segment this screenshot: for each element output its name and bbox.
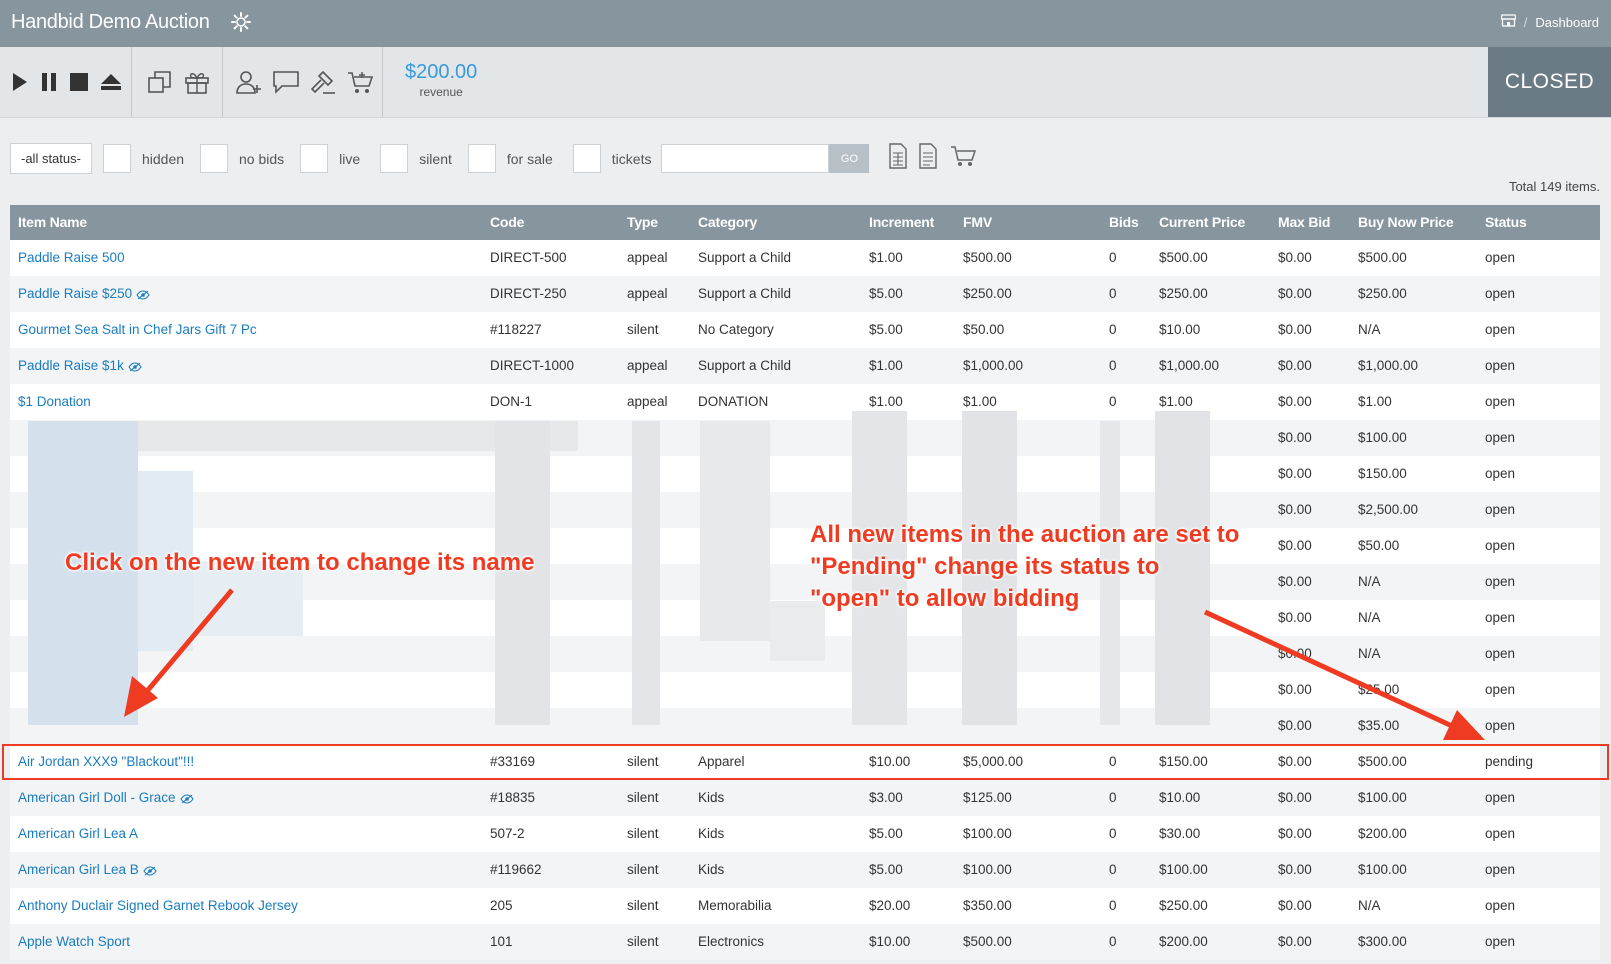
arrow-right [1203,609,1454,729]
arrow-left [146,588,234,692]
annotation-arrows [124,588,1485,740]
